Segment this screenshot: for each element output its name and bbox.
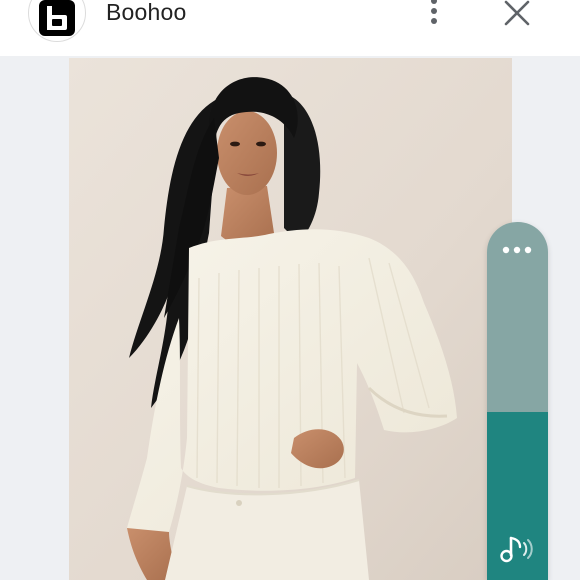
- product-photo[interactable]: [69, 58, 512, 580]
- music-audio-icon[interactable]: [497, 528, 539, 570]
- app-screen: Boohoo: [0, 0, 580, 580]
- more-vertical-icon[interactable]: [422, 0, 446, 28]
- top-app-bar: Boohoo: [0, 0, 580, 56]
- boohoo-logo-icon: [39, 0, 75, 36]
- more-horizontal-icon[interactable]: [497, 236, 537, 264]
- app-logo[interactable]: [28, 0, 86, 42]
- product-photo-illustration: [69, 58, 512, 580]
- close-icon[interactable]: [502, 0, 532, 26]
- floating-audio-widget: [487, 222, 548, 580]
- app-title: Boohoo: [106, 0, 187, 25]
